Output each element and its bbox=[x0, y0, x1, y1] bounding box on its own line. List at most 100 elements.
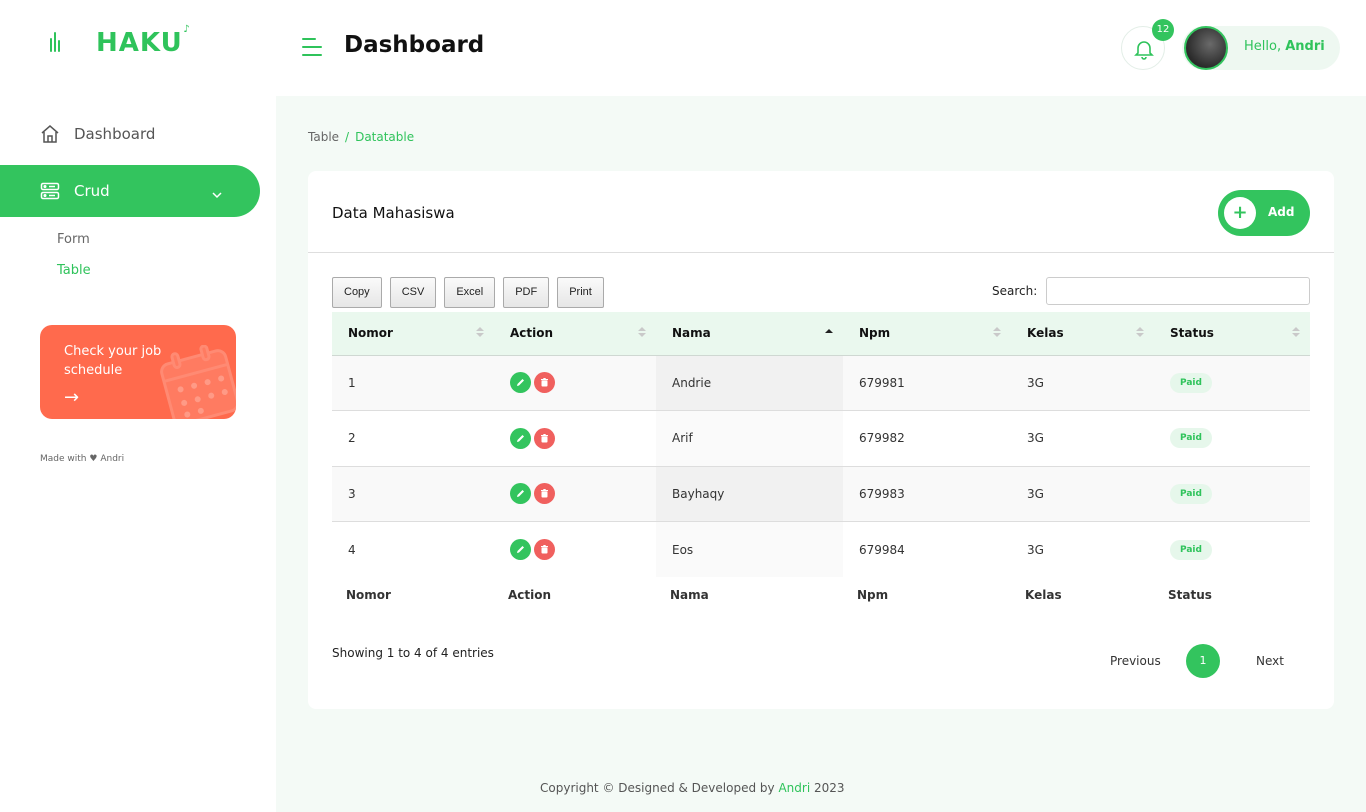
export-buttons: Copy CSV Excel PDF Print bbox=[332, 277, 612, 308]
edit-button[interactable] bbox=[510, 483, 531, 505]
datatable-card: Data Mahasiswa + Add Copy CSV Excel PDF … bbox=[308, 171, 1334, 709]
table-row: 4 Eos 679984 3G Paid bbox=[332, 521, 1310, 578]
pdf-button[interactable]: PDF bbox=[503, 277, 550, 308]
made-with-text: Made with ♥ Andri bbox=[40, 454, 125, 464]
cell-kelas: 3G bbox=[1027, 542, 1044, 557]
previous-page-button[interactable]: Previous bbox=[1110, 654, 1161, 668]
cell-kelas: 3G bbox=[1027, 375, 1044, 390]
sort-icon bbox=[993, 327, 1001, 339]
footer-action: Action bbox=[508, 588, 552, 602]
cell-action bbox=[494, 466, 656, 522]
search-label: Search: bbox=[992, 284, 1038, 298]
notification-count-badge: 12 bbox=[1152, 19, 1174, 41]
page-button-current[interactable]: 1 bbox=[1186, 644, 1220, 678]
next-page-button[interactable]: Next bbox=[1256, 654, 1284, 668]
edit-button[interactable] bbox=[510, 372, 531, 394]
top-header: Dashboard 12 Hello, Andri bbox=[276, 0, 1366, 96]
calendar-icon bbox=[160, 345, 236, 419]
trash-icon bbox=[541, 489, 548, 498]
pencil-icon bbox=[517, 379, 524, 387]
bell-icon bbox=[1134, 41, 1154, 60]
delete-button[interactable] bbox=[534, 372, 555, 394]
cell-status: Paid bbox=[1154, 522, 1310, 578]
cell-npm: 679981 bbox=[859, 375, 905, 390]
column-header-status[interactable]: Status bbox=[1154, 312, 1310, 356]
excel-button[interactable]: Excel bbox=[444, 277, 496, 308]
sidebar: HAKU ♪ Dashboard Crud Form Table Check yo… bbox=[0, 0, 276, 812]
sidebar-item-crud[interactable]: Crud bbox=[0, 165, 260, 217]
cell-action bbox=[494, 522, 656, 578]
server-icon bbox=[40, 181, 60, 201]
table-footer-row: Nomor Action Nama Npm Kelas Status bbox=[332, 577, 1310, 613]
divider bbox=[308, 252, 1334, 253]
column-header-kelas[interactable]: Kelas bbox=[1011, 312, 1154, 356]
cell-kelas: 3G bbox=[1027, 486, 1044, 501]
sidebar-subitem-form[interactable]: Form bbox=[57, 232, 90, 247]
print-button[interactable]: Print bbox=[557, 277, 604, 308]
footer-brand-link[interactable]: Andri bbox=[778, 781, 810, 795]
cell-nomor: 3 bbox=[348, 486, 356, 501]
sidebar-subitem-table[interactable]: Table bbox=[57, 263, 91, 278]
arrow-right-icon[interactable]: → bbox=[64, 387, 79, 408]
logo-text: HAKU ♪ bbox=[96, 24, 191, 58]
breadcrumb-parent[interactable]: Table bbox=[308, 130, 339, 144]
cell-action bbox=[494, 355, 656, 411]
page-footer: Copyright © Designed & Developed by Andr… bbox=[540, 781, 845, 795]
user-menu[interactable]: Hello, Andri bbox=[1182, 26, 1340, 70]
footer-nomor: Nomor bbox=[346, 588, 391, 602]
logo-icon bbox=[48, 28, 68, 58]
table-row: 1 Andrie 679981 3G Paid bbox=[332, 355, 1310, 411]
footer-npm: Npm bbox=[857, 588, 889, 602]
table-row: 2 Arif 679982 3G Paid bbox=[332, 410, 1310, 467]
sort-icon bbox=[1136, 327, 1144, 339]
data-table: Nomor Action Nama Npm Kelas Status 1 And… bbox=[332, 312, 1310, 613]
cell-nama: Andrie bbox=[656, 355, 843, 411]
column-header-npm[interactable]: Npm bbox=[843, 312, 1011, 356]
plus-icon: + bbox=[1224, 197, 1256, 229]
cell-status: Paid bbox=[1154, 355, 1310, 411]
column-header-nomor[interactable]: Nomor bbox=[332, 312, 494, 356]
cell-npm: 679982 bbox=[859, 431, 905, 446]
search-input[interactable] bbox=[1046, 277, 1310, 305]
cell-nama: Arif bbox=[656, 410, 843, 466]
footer-nama: Nama bbox=[670, 588, 709, 602]
table-info: Showing 1 to 4 of 4 entries bbox=[332, 646, 494, 660]
delete-button[interactable] bbox=[534, 539, 555, 560]
menu-toggle-icon[interactable] bbox=[302, 38, 322, 56]
cell-npm: 679984 bbox=[859, 542, 905, 557]
sort-icon bbox=[1292, 327, 1300, 339]
chevron-down-icon bbox=[212, 185, 222, 203]
delete-button[interactable] bbox=[534, 483, 555, 505]
job-schedule-card[interactable]: Check your job schedule → bbox=[40, 325, 236, 419]
table-row: 3 Bayhaqy 679983 3G Paid bbox=[332, 466, 1310, 522]
add-button[interactable]: + Add bbox=[1218, 190, 1310, 236]
column-header-nama[interactable]: Nama bbox=[656, 312, 843, 356]
status-badge: Paid bbox=[1170, 483, 1212, 504]
cell-status: Paid bbox=[1154, 466, 1310, 522]
logo[interactable]: HAKU ♪ bbox=[48, 24, 191, 58]
table-header-row: Nomor Action Nama Npm Kelas Status bbox=[332, 312, 1310, 356]
status-badge: Paid bbox=[1170, 372, 1212, 393]
footer-kelas: Kelas bbox=[1025, 588, 1062, 602]
heart-icon: ♥ bbox=[89, 454, 98, 464]
cell-npm: 679983 bbox=[859, 486, 905, 501]
csv-button[interactable]: CSV bbox=[389, 277, 437, 308]
sidebar-item-dashboard[interactable]: Dashboard bbox=[0, 108, 260, 160]
sort-icon bbox=[638, 327, 646, 339]
copy-button[interactable]: Copy bbox=[332, 277, 382, 308]
card-title: Data Mahasiswa bbox=[332, 204, 455, 222]
cell-nomor: 2 bbox=[348, 431, 356, 446]
cell-nama: Eos bbox=[656, 521, 843, 577]
cell-status: Paid bbox=[1154, 411, 1310, 467]
status-badge: Paid bbox=[1170, 539, 1212, 560]
cell-kelas: 3G bbox=[1027, 431, 1044, 446]
breadcrumb-current: Datatable bbox=[355, 130, 415, 144]
edit-button[interactable] bbox=[510, 427, 531, 449]
sidebar-item-label: Dashboard bbox=[74, 125, 156, 143]
cell-action bbox=[494, 411, 656, 467]
cell-nomor: 1 bbox=[348, 375, 356, 390]
column-header-action[interactable]: Action bbox=[494, 312, 656, 356]
edit-button[interactable] bbox=[510, 539, 531, 560]
page-title: Dashboard bbox=[344, 32, 485, 58]
delete-button[interactable] bbox=[534, 427, 555, 449]
